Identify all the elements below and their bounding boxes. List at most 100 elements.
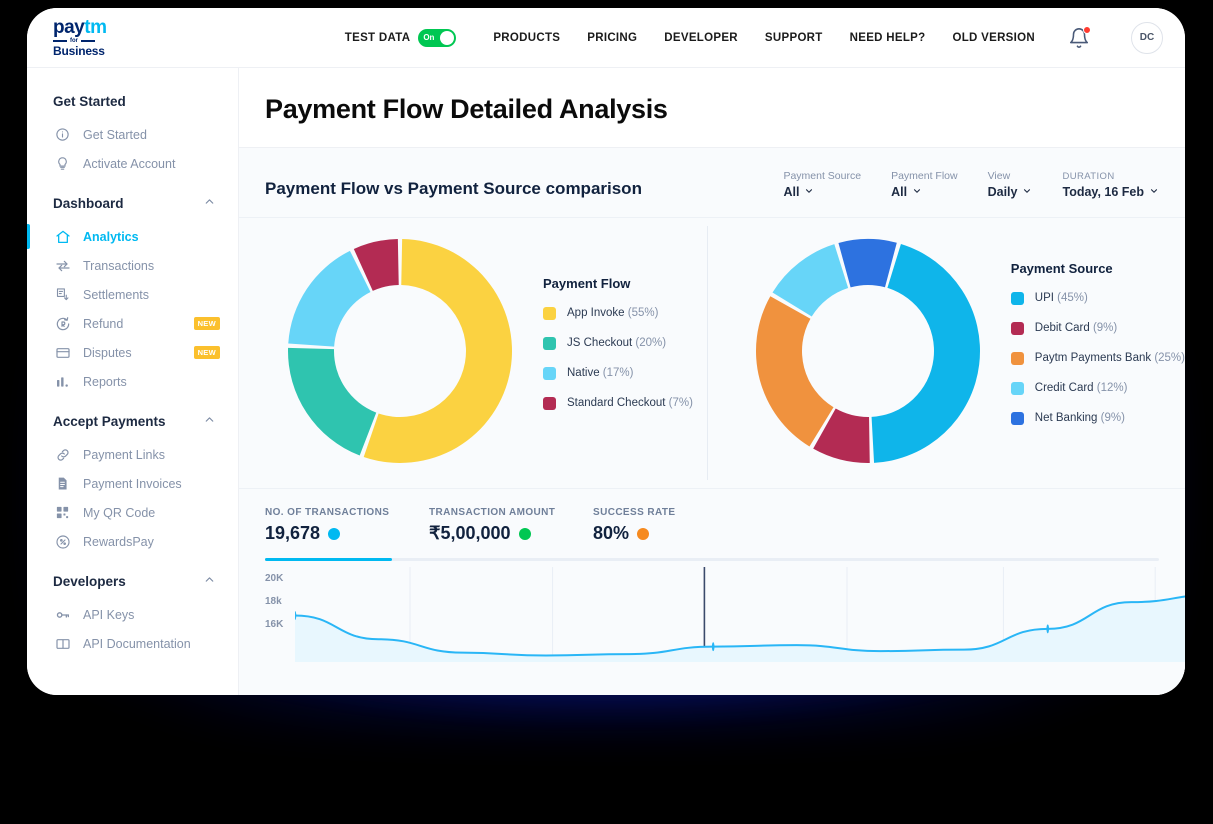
filter-bar: Payment Source All Payment Flow bbox=[783, 170, 1159, 199]
sidebar-item-payment-links[interactable]: Payment Links bbox=[27, 440, 238, 469]
metric-value-wrap: 19,678 bbox=[265, 523, 429, 544]
legend-item[interactable]: Net Banking (9%) bbox=[1011, 412, 1185, 425]
card-icon bbox=[54, 344, 71, 361]
metric-value-wrap: ₹5,00,000 bbox=[429, 523, 593, 544]
donut-slice-net-banking[interactable] bbox=[838, 239, 896, 287]
nav-developer[interactable]: DEVELOPER bbox=[664, 32, 738, 44]
legend-percent: (12%) bbox=[1097, 382, 1128, 394]
filter-duration[interactable]: DURATION Today, 16 Feb bbox=[1062, 171, 1159, 199]
nav-support[interactable]: SUPPORT bbox=[765, 32, 823, 44]
book-icon bbox=[54, 635, 71, 652]
filter-value: Today, 16 Feb bbox=[1062, 185, 1144, 199]
badge-new: NEW bbox=[194, 346, 220, 359]
sidebar-group-dashboard-title[interactable]: Dashboard bbox=[27, 195, 238, 211]
metric-no-of-transactions[interactable]: NO. OF TRANSACTIONS 19,678 bbox=[265, 507, 429, 544]
legend-item[interactable]: App Invoke (55%) bbox=[543, 307, 693, 320]
sidebar-item-rewardspay[interactable]: RewardsPay bbox=[27, 527, 238, 556]
legend-item[interactable]: Credit Card (12%) bbox=[1011, 382, 1185, 395]
payment-flow-donut-box bbox=[275, 236, 525, 466]
nav-products[interactable]: PRODUCTS bbox=[493, 32, 560, 44]
sidebar-group-label: Accept Payments bbox=[53, 414, 166, 429]
metric-transaction-amount[interactable]: TRANSACTION AMOUNT ₹5,00,000 bbox=[429, 507, 593, 544]
sidebar-item-disputes[interactable]: Disputes NEW bbox=[27, 338, 238, 367]
link-icon bbox=[54, 446, 71, 463]
legend-color-swatch bbox=[1011, 382, 1024, 395]
sidebar-item-api-documentation[interactable]: API Documentation bbox=[27, 629, 238, 658]
legend-color-swatch bbox=[543, 397, 556, 410]
metric-color-dot bbox=[519, 528, 531, 540]
paytm-business-logo[interactable]: paytm for Business bbox=[53, 18, 239, 57]
filter-payment-flow[interactable]: Payment Flow All bbox=[891, 170, 958, 199]
logo-business-text: Business bbox=[53, 45, 106, 57]
legend-title: Payment Flow bbox=[543, 276, 693, 291]
metrics-row: NO. OF TRANSACTIONS 19,678 TRANSACTION A… bbox=[265, 507, 1159, 544]
refund-icon bbox=[54, 315, 71, 332]
metric-label: TRANSACTION AMOUNT bbox=[429, 507, 593, 518]
sidebar-item-label: Disputes bbox=[83, 346, 132, 360]
analysis-panel: Payment Flow vs Payment Source compariso… bbox=[239, 148, 1185, 695]
sidebar-group-label: Get Started bbox=[53, 94, 126, 109]
donut-slice-upi[interactable] bbox=[871, 244, 979, 463]
metric-value-wrap: 80% bbox=[593, 523, 675, 544]
payment-flow-donut-chart[interactable] bbox=[285, 236, 515, 466]
donut-slice-paytm-payments-bank[interactable] bbox=[756, 296, 834, 446]
chart-data-point[interactable] bbox=[712, 642, 715, 651]
nav-need-help[interactable]: NEED HELP? bbox=[850, 32, 926, 44]
metric-color-dot bbox=[328, 528, 340, 540]
legend-color-swatch bbox=[1011, 292, 1024, 305]
qr-code-icon bbox=[54, 504, 71, 521]
nav-old-version[interactable]: OLD VERSION bbox=[952, 32, 1035, 44]
metrics-section: NO. OF TRANSACTIONS 19,678 TRANSACTION A… bbox=[239, 488, 1185, 561]
top-navigation: TEST DATA On PRODUCTS PRICING DEVELOPER … bbox=[239, 22, 1185, 54]
legend-item[interactable]: Native (17%) bbox=[543, 367, 693, 380]
legend-color-swatch bbox=[1011, 412, 1024, 425]
sidebar-item-transactions[interactable]: Transactions bbox=[27, 251, 238, 280]
sidebar-item-payment-invoices[interactable]: Payment Invoices bbox=[27, 469, 238, 498]
test-data-toggle-state: On bbox=[423, 33, 434, 42]
user-avatar[interactable]: DC bbox=[1131, 22, 1163, 54]
filter-payment-source[interactable]: Payment Source All bbox=[783, 170, 861, 199]
filter-label: DURATION bbox=[1062, 171, 1159, 182]
chart-data-point[interactable] bbox=[1046, 624, 1049, 633]
filter-view[interactable]: View Daily bbox=[988, 170, 1033, 199]
sidebar-group-label: Dashboard bbox=[53, 196, 124, 211]
sidebar-item-reports[interactable]: Reports bbox=[27, 367, 238, 396]
donut-slice-js-checkout[interactable] bbox=[288, 348, 376, 456]
sidebar-item-analytics[interactable]: Analytics bbox=[27, 222, 238, 251]
sidebar-item-get-started[interactable]: Get Started bbox=[27, 120, 238, 149]
filter-label: Payment Source bbox=[783, 170, 861, 182]
test-data-toggle[interactable]: On bbox=[418, 29, 456, 47]
sidebar-item-api-keys[interactable]: API Keys bbox=[27, 600, 238, 629]
sidebar-item-settlements[interactable]: Settlements bbox=[27, 280, 238, 309]
logo-rule-left bbox=[53, 40, 67, 42]
notifications-button[interactable] bbox=[1068, 27, 1090, 49]
transactions-trend-chart[interactable]: 20K 18k 16K bbox=[239, 561, 1185, 695]
sidebar-item-activate-account[interactable]: Activate Account bbox=[27, 149, 238, 178]
nav-pricing[interactable]: PRICING bbox=[587, 32, 637, 44]
metric-value: ₹5,00,000 bbox=[429, 523, 511, 544]
payment-source-donut-chart[interactable] bbox=[753, 236, 983, 466]
sidebar-group-accept-payments-title[interactable]: Accept Payments bbox=[27, 413, 238, 429]
legend-item[interactable]: JS Checkout (20%) bbox=[543, 337, 693, 350]
sidebar-item-label: Payment Links bbox=[83, 448, 165, 462]
sidebar-item-my-qr-code[interactable]: My QR Code bbox=[27, 498, 238, 527]
sidebar-item-refund[interactable]: Refund NEW bbox=[27, 309, 238, 338]
badge-new: NEW bbox=[194, 317, 220, 330]
metric-success-rate[interactable]: SUCCESS RATE 80% bbox=[593, 507, 675, 544]
legend-item[interactable]: Debit Card (9%) bbox=[1011, 322, 1185, 335]
home-icon bbox=[54, 228, 71, 245]
legend-item[interactable]: UPI (45%) bbox=[1011, 292, 1185, 305]
legend-percent: (7%) bbox=[669, 397, 693, 409]
chevron-down-icon bbox=[1022, 186, 1032, 198]
legend-percent: (17%) bbox=[603, 367, 634, 379]
legend-color-swatch bbox=[543, 307, 556, 320]
test-data-toggle-group[interactable]: TEST DATA On bbox=[345, 29, 457, 47]
donut-slice-native[interactable] bbox=[288, 251, 370, 347]
payment-flow-legend: Payment Flow App Invoke (55%) JS Checkout… bbox=[543, 276, 693, 427]
sidebar-group-developers-title[interactable]: Developers bbox=[27, 573, 238, 589]
legend-title: Payment Source bbox=[1011, 261, 1185, 276]
legend-item[interactable]: Paytm Payments Bank (25%) bbox=[1011, 352, 1185, 365]
screen-root: paytm for Business TEST DATA On bbox=[0, 0, 1213, 824]
page-header: Payment Flow Detailed Analysis bbox=[239, 68, 1185, 148]
legend-item[interactable]: Standard Checkout (7%) bbox=[543, 397, 693, 410]
